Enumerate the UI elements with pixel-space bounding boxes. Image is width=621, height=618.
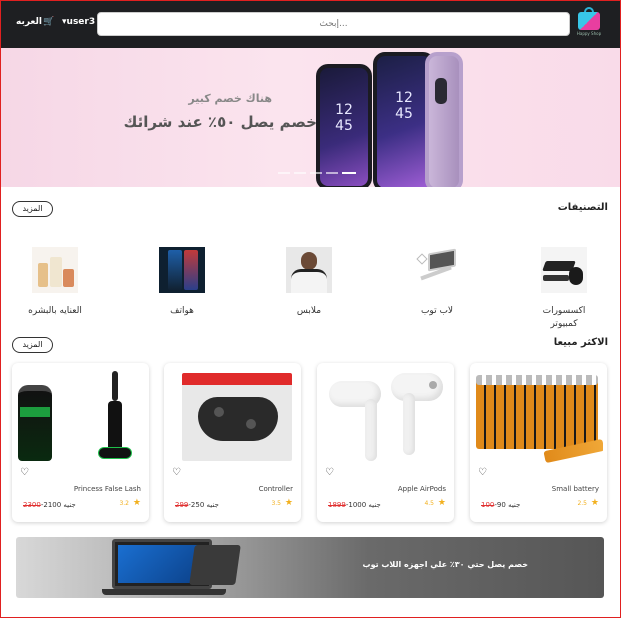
- top-navbar: Happy Shop ▾user3 العربه🛒: [0, 0, 621, 48]
- price-current: 1000: [348, 501, 367, 509]
- phone-image-back: [425, 52, 463, 187]
- product-image-battery: [474, 367, 603, 465]
- wishlist-heart-icon[interactable]: ♡: [172, 467, 181, 478]
- category-item-clothes[interactable]: ملابس: [274, 247, 344, 318]
- price-old: 100: [481, 501, 495, 509]
- user-label: user3: [66, 17, 96, 27]
- product-rating: 3.5: [271, 500, 281, 507]
- wishlist-heart-icon[interactable]: ♡: [20, 467, 29, 478]
- category-image-clothes: [286, 247, 332, 293]
- categories-title: التصنيفات: [557, 202, 608, 213]
- laptop-image-back: [189, 545, 241, 585]
- category-item-laptop[interactable]: لاب توب: [402, 247, 472, 318]
- price-old: 299: [175, 501, 189, 509]
- category-item-phones[interactable]: هواتف: [147, 247, 217, 318]
- product-name: Small battery: [551, 485, 599, 493]
- best-sellers-more-button[interactable]: المزيد: [12, 337, 53, 353]
- cart-link[interactable]: العربه🛒: [16, 17, 54, 27]
- price-current: 250: [190, 501, 205, 509]
- category-item-skincare[interactable]: العنايه بالبشره: [20, 247, 90, 318]
- star-icon: ★: [590, 498, 599, 508]
- price-old: 2300: [23, 501, 41, 509]
- carousel-dot-active[interactable]: [342, 172, 356, 174]
- category-label: ملابس: [296, 306, 322, 316]
- category-image-computer-accessories: [541, 247, 587, 293]
- phone-time-minute: 45: [395, 106, 413, 122]
- category-item-computer-accessories[interactable]: اكسسورات كمبيوتر: [529, 247, 599, 331]
- product-price: جنيه 1000-1899: [328, 501, 381, 509]
- category-image-skincare: [32, 247, 78, 293]
- cart-icon: 🛒: [42, 17, 55, 27]
- price-current: 90: [496, 501, 506, 509]
- wishlist-heart-icon[interactable]: ♡: [478, 467, 487, 478]
- logo-text: Happy Shop: [576, 31, 602, 36]
- user-menu[interactable]: ▾user3: [62, 17, 95, 27]
- promo-banner-text: خصم يصل حتي ٣٠٪ علي اجهزه اللاب توب: [362, 560, 528, 569]
- product-card-airpods[interactable]: ♡ Apple AirPods ★ 4.5 جنيه 1000-1899: [317, 363, 454, 522]
- category-label: اكسسورات كمبيوتر: [542, 306, 586, 329]
- product-image-controller: [168, 367, 297, 465]
- category-image-laptop: [414, 247, 460, 293]
- hero-banner[interactable]: هناك خصم كبير خصم يصل ٥٠٪ عند شرائك 12 45…: [1, 48, 620, 187]
- product-image-false-lash: [16, 367, 145, 465]
- carousel-dot[interactable]: [310, 172, 322, 174]
- best-sellers-title: الاكثر مبيعا: [553, 337, 608, 348]
- product-price: جنيه 250-299: [175, 501, 219, 509]
- price-currency: جنيه: [63, 501, 76, 509]
- cart-label: العربه: [16, 17, 42, 27]
- carousel-dot[interactable]: [326, 172, 338, 174]
- phone-camera: [435, 78, 447, 104]
- product-name: Princess False Lash: [73, 485, 141, 493]
- product-price: جنيه 2100-2300: [23, 501, 76, 509]
- category-label: لاب توب: [420, 306, 454, 316]
- price-current: 2100: [43, 501, 62, 509]
- category-image-phones: [159, 247, 205, 293]
- price-currency: جنيه: [206, 501, 219, 509]
- store-logo[interactable]: Happy Shop: [575, 7, 603, 38]
- phone-time-hour: 12: [335, 102, 353, 118]
- product-rating: 3.2: [119, 500, 129, 507]
- category-label: العنايه بالبشره: [28, 306, 82, 316]
- category-label: هواتف: [170, 306, 194, 316]
- hero-subtitle: هناك خصم كبير: [188, 92, 272, 105]
- product-card-battery[interactable]: ♡ Small battery ★ 2.5 جنيه 90-100: [470, 363, 607, 522]
- product-rating: 4.5: [424, 500, 434, 507]
- carousel-dot[interactable]: [278, 172, 290, 174]
- product-name: Controller: [258, 485, 293, 493]
- price-currency: جنيه: [368, 501, 381, 509]
- product-rating: 2.5: [577, 500, 587, 507]
- phone-time-hour: 12: [395, 90, 413, 106]
- product-card-controller[interactable]: ♡ Controller ★ 3.5 جنيه 250-299: [164, 363, 301, 522]
- logo-bag-icon: [578, 12, 600, 30]
- product-price: جنيه 90-100: [481, 501, 521, 509]
- star-icon: ★: [132, 498, 141, 508]
- phone-image-front: 12 45: [316, 64, 372, 187]
- price-currency: جنيه: [508, 501, 521, 509]
- laptop-base: [102, 589, 226, 595]
- star-icon: ★: [284, 498, 293, 508]
- wishlist-heart-icon[interactable]: ♡: [325, 467, 334, 478]
- product-name: Apple AirPods: [397, 485, 446, 493]
- carousel-indicators: [278, 172, 356, 174]
- phone-time-minute: 45: [335, 118, 353, 134]
- search-input[interactable]: [97, 12, 570, 36]
- hero-title: خصم يصل ٥٠٪ عند شرائك: [123, 113, 317, 131]
- product-card-false-lash[interactable]: ♡ Princess False Lash ★ 3.2 جنيه 2100-23…: [12, 363, 149, 522]
- categories-more-button[interactable]: المزيد: [12, 201, 53, 217]
- carousel-dot[interactable]: [294, 172, 306, 174]
- laptop-promo-banner[interactable]: خصم يصل حتي ٣٠٪ علي اجهزه اللاب توب: [16, 537, 604, 598]
- product-image-airpods: [321, 367, 450, 465]
- price-old: 1899: [328, 501, 346, 509]
- star-icon: ★: [437, 498, 446, 508]
